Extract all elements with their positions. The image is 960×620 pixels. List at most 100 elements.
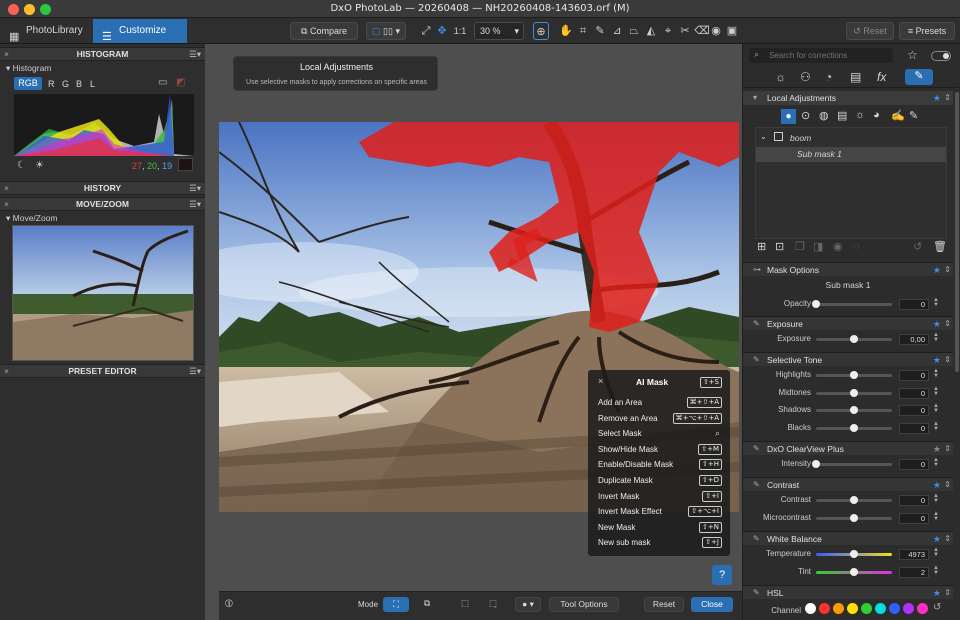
slider-knob[interactable] bbox=[812, 300, 820, 308]
updown-icon[interactable]: ⇕ bbox=[944, 586, 951, 600]
submask-name[interactable]: Sub mask 1 bbox=[797, 149, 842, 159]
contrast-header[interactable]: ✎ Contrast ★ ⇕ bbox=[743, 477, 953, 491]
slider-knob[interactable] bbox=[850, 568, 858, 576]
panel-menu-icon[interactable]: ☰▾ bbox=[189, 48, 201, 60]
star-icon[interactable]: ★ bbox=[933, 478, 941, 492]
slider-track[interactable] bbox=[816, 371, 892, 379]
star-icon[interactable]: ★ bbox=[933, 586, 941, 600]
hsl-channel-dot[interactable] bbox=[847, 603, 858, 614]
help-button[interactable]: ? bbox=[712, 565, 732, 585]
trash-icon[interactable]: 🗑 bbox=[933, 240, 947, 253]
slider-value[interactable]: 0 bbox=[899, 299, 929, 310]
view-options-icon[interactable]: ▣ bbox=[724, 22, 740, 40]
channel-rgb[interactable]: RGB bbox=[14, 77, 42, 90]
menu-item[interactable]: New Mask bbox=[598, 523, 635, 532]
selective-tone-header[interactable]: ✎ Selective Tone ★ ⇕ bbox=[743, 352, 953, 366]
exposure-header[interactable]: ✎ Exposure ★ ⇕ bbox=[743, 316, 953, 330]
scrollbar[interactable] bbox=[955, 92, 959, 372]
histogram-subheader[interactable]: ▾ Histogram bbox=[6, 63, 51, 74]
invert-icon[interactable]: ◨ bbox=[813, 240, 823, 253]
one-to-one-button[interactable]: 1:1 bbox=[451, 22, 469, 40]
slider-knob[interactable] bbox=[850, 496, 858, 504]
menu-item[interactable]: Select Mask bbox=[598, 429, 642, 438]
slider-knob[interactable] bbox=[850, 550, 858, 558]
pen-icon[interactable]: ✍ bbox=[891, 109, 905, 122]
close-icon[interactable]: × bbox=[4, 198, 9, 210]
slider-knob[interactable] bbox=[850, 424, 858, 432]
slider-value[interactable]: 0 bbox=[899, 513, 929, 524]
menu-item[interactable]: Invert Mask Effect bbox=[598, 507, 662, 516]
navigator-thumbnail[interactable] bbox=[12, 225, 194, 361]
sun-icon[interactable]: ☀ bbox=[35, 160, 44, 171]
menu-item[interactable]: Remove an Area bbox=[598, 414, 658, 423]
mask-checkbox[interactable] bbox=[774, 132, 783, 141]
slider-value[interactable]: 0 bbox=[899, 370, 929, 381]
auto-mask-icon[interactable]: ◕ bbox=[873, 109, 880, 121]
stepper-icon[interactable]: ▲ ▼ bbox=[933, 547, 939, 558]
slider-track[interactable] bbox=[816, 389, 892, 397]
hsl-channel-dot[interactable] bbox=[805, 603, 816, 614]
slider-track[interactable] bbox=[812, 460, 892, 468]
updown-icon[interactable]: ⇕ bbox=[944, 91, 951, 105]
updown-icon[interactable]: ⇕ bbox=[944, 353, 951, 367]
compare-button[interactable]: ⧉ Compare bbox=[290, 22, 358, 40]
channel-g[interactable]: G bbox=[62, 79, 69, 89]
menu-item[interactable]: Enable/Disable Mask bbox=[598, 460, 673, 469]
channel-r[interactable]: R bbox=[48, 79, 55, 89]
star-icon[interactable]: ★ bbox=[933, 442, 941, 456]
reset-icon[interactable]: ↺ bbox=[933, 602, 941, 613]
slider-track[interactable] bbox=[816, 335, 892, 343]
close-icon[interactable]: × bbox=[598, 376, 603, 386]
clipping-icon[interactable]: ◩ bbox=[176, 77, 185, 88]
menu-item[interactable]: Add an Area bbox=[598, 398, 642, 407]
hsl-channel-dot[interactable] bbox=[875, 603, 886, 614]
hsl-channel-dot[interactable] bbox=[833, 603, 844, 614]
volume-icon[interactable]: ◭ bbox=[643, 22, 659, 40]
star-icon[interactable]: ★ bbox=[933, 353, 941, 367]
add-mask-icon[interactable]: ⊞ bbox=[757, 240, 766, 253]
tool-options-button[interactable]: Tool Options bbox=[549, 597, 619, 612]
close-local-button[interactable]: Close bbox=[691, 597, 733, 612]
mask-options-header[interactable]: ⊶ Mask Options ★ ⇕ bbox=[743, 262, 953, 276]
close-icon[interactable]: × bbox=[4, 182, 9, 194]
overlay-icon[interactable]: ⦶ bbox=[225, 598, 233, 611]
histogram-header[interactable]: × HISTOGRAM ☰▾ bbox=[0, 47, 205, 61]
star-icon[interactable]: ★ bbox=[933, 91, 941, 105]
slider-track[interactable] bbox=[816, 550, 892, 558]
hsl-channel-dot[interactable] bbox=[889, 603, 900, 614]
movezoom-subheader[interactable]: ▾ Move/Zoom bbox=[6, 213, 58, 224]
duplicate-icon[interactable]: ❐ bbox=[795, 240, 805, 253]
brush-mode-button[interactable]: ⧉ bbox=[417, 597, 437, 612]
ai-person-icon[interactable]: ● bbox=[781, 109, 796, 124]
toggle-switch[interactable] bbox=[931, 51, 951, 61]
clearview-header[interactable]: ✎ DxO ClearView Plus ★ ⇕ bbox=[743, 441, 953, 455]
fit-icon[interactable]: ⤢ bbox=[418, 22, 434, 40]
stepper-icon[interactable]: ▲ ▼ bbox=[933, 421, 939, 432]
updown-icon[interactable]: ⇕ bbox=[944, 317, 951, 331]
view-mode-button[interactable]: ▢ ▯▯ ▾ bbox=[366, 22, 406, 40]
stepper-icon[interactable]: ▲ ▼ bbox=[933, 457, 939, 468]
hsl-header[interactable]: ✎ HSL ★ ⇕ bbox=[743, 585, 953, 599]
slider-track[interactable] bbox=[816, 496, 892, 504]
effects-tab-icon[interactable]: fx bbox=[877, 70, 886, 84]
star-icon[interactable]: ★ bbox=[933, 317, 941, 331]
chevron-down-icon[interactable]: ⌄ bbox=[760, 132, 767, 141]
stepper-icon[interactable]: ▲ ▼ bbox=[933, 297, 939, 308]
geometry-tab-icon[interactable]: ▤ bbox=[850, 70, 861, 84]
local-tab-icon[interactable]: ✎ bbox=[905, 69, 933, 85]
stepper-icon[interactable]: ▲ ▼ bbox=[933, 493, 939, 504]
slider-value[interactable]: 0 bbox=[899, 459, 929, 470]
red-eye-icon[interactable]: ⌖ bbox=[660, 22, 676, 40]
stepper-icon[interactable]: ▲ ▼ bbox=[933, 332, 939, 343]
reset-local-button[interactable]: Reset bbox=[644, 597, 684, 612]
menu-item[interactable]: New sub mask bbox=[598, 538, 650, 547]
slider-knob[interactable] bbox=[850, 335, 858, 343]
white-balance-header[interactable]: ✎ White Balance ★ ⇕ bbox=[743, 531, 953, 545]
slider-knob[interactable] bbox=[850, 406, 858, 414]
stepper-icon[interactable]: ▲ ▼ bbox=[933, 565, 939, 576]
slider-value[interactable]: 4973 bbox=[899, 549, 929, 560]
slider-track[interactable] bbox=[816, 514, 892, 522]
hsl-channel-dot[interactable] bbox=[861, 603, 872, 614]
hsl-channel-dot[interactable] bbox=[903, 603, 914, 614]
moon-icon[interactable]: ☾ bbox=[17, 160, 26, 171]
